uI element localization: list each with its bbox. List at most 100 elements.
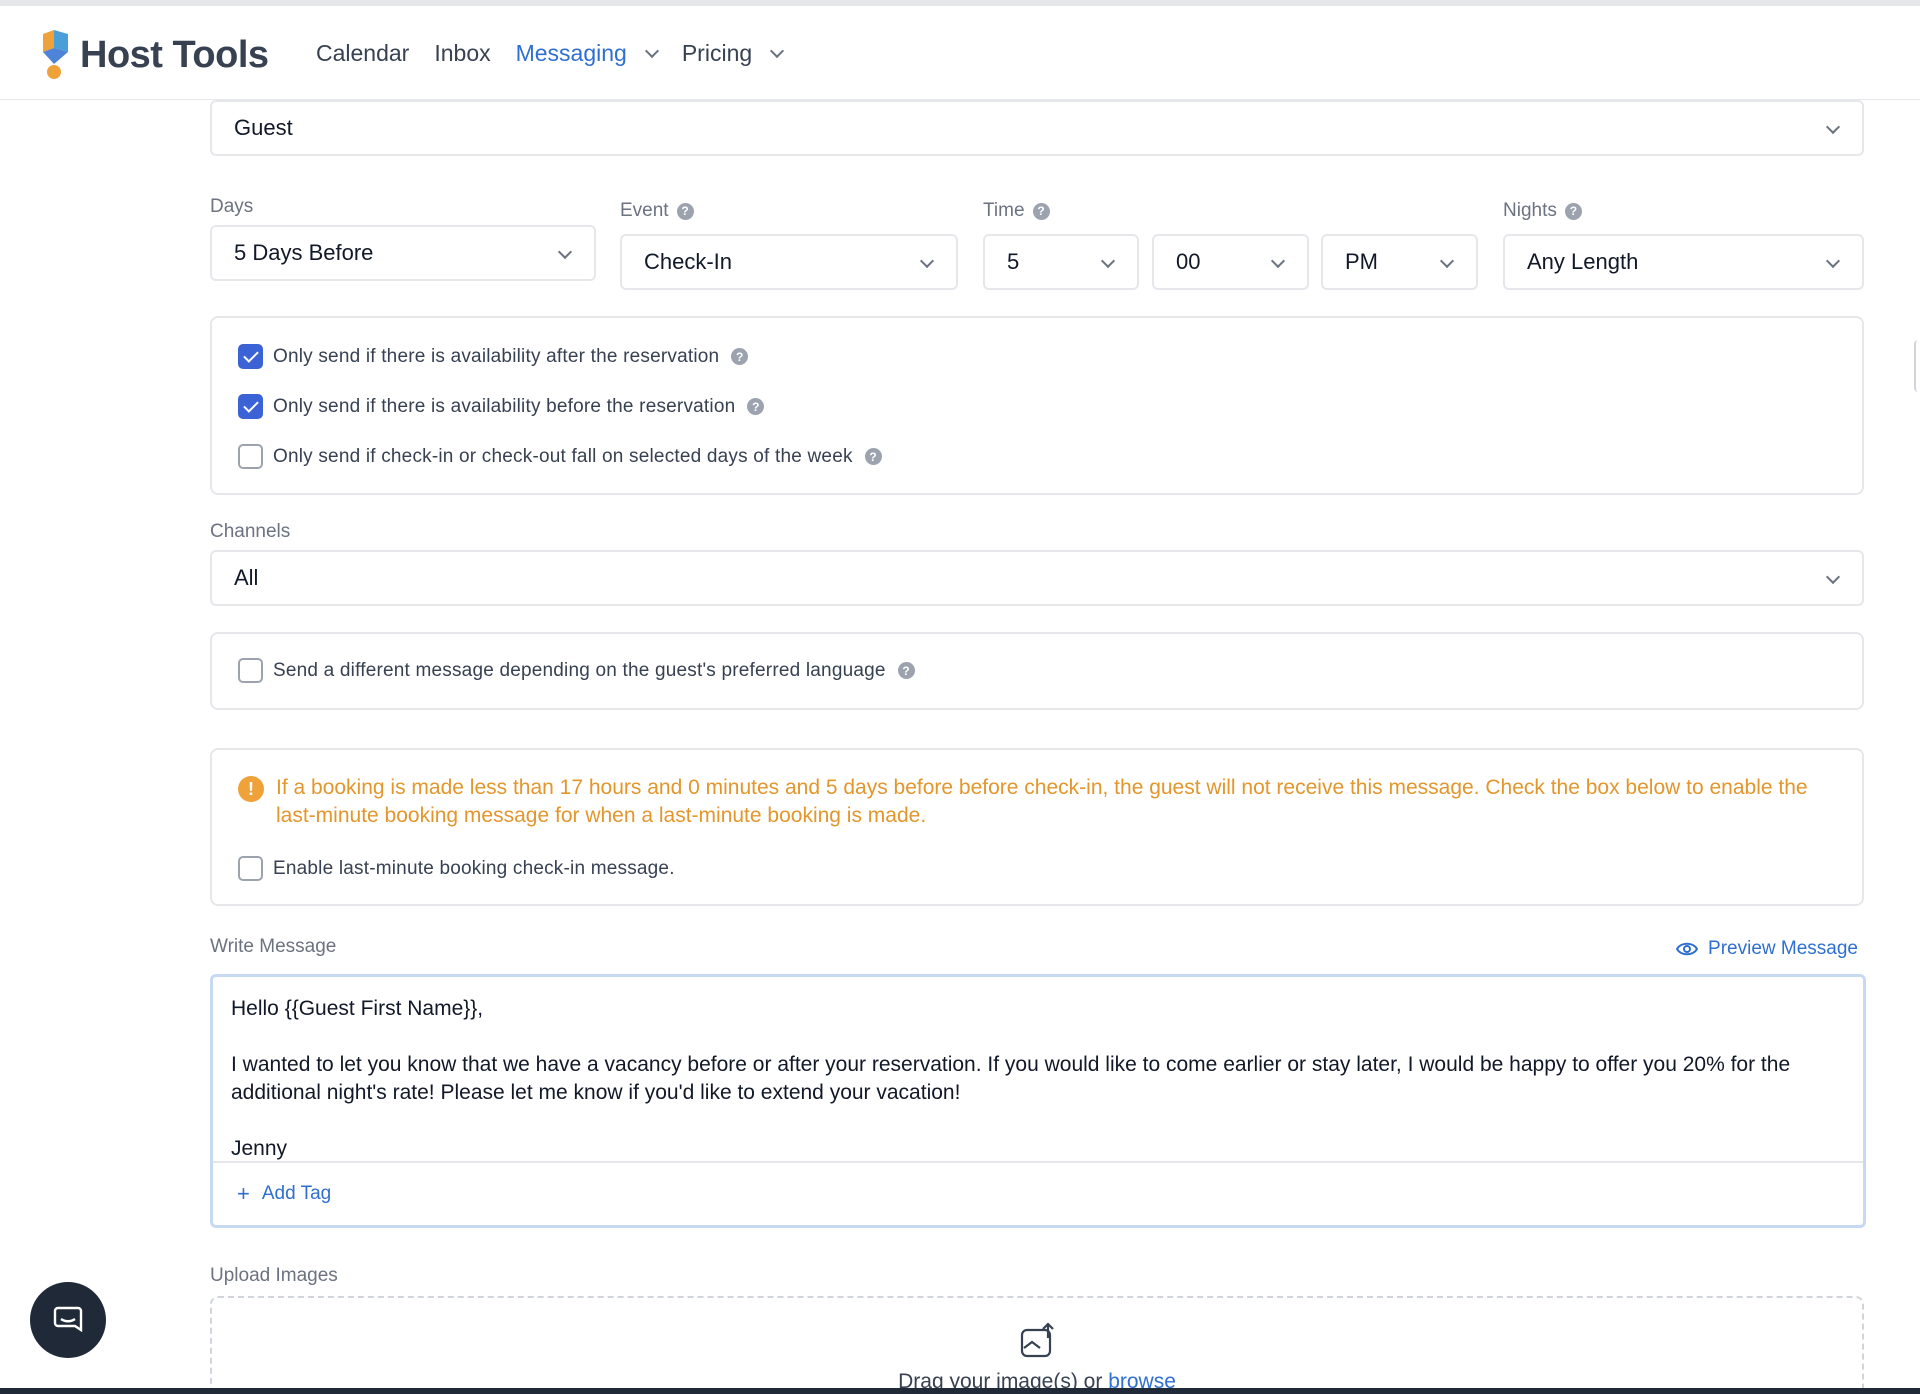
- help-icon[interactable]: ?: [676, 202, 694, 220]
- time-label: Time ?: [983, 200, 1050, 222]
- help-icon[interactable]: ?: [731, 348, 749, 365]
- channels-label: Channels: [210, 521, 290, 543]
- image-dropzone[interactable]: Drag your image(s) or browse: [210, 1296, 1864, 1394]
- nav-pricing-label: Pricing: [681, 40, 753, 66]
- write-message-label-text: Write Message: [210, 936, 337, 957]
- add-tag-label: Add Tag: [261, 1183, 332, 1204]
- help-icon[interactable]: ?: [747, 398, 765, 415]
- chevron-down-icon: [557, 244, 573, 260]
- nav-calendar[interactable]: Calendar: [316, 40, 409, 67]
- add-tag-button[interactable]: + Add Tag: [213, 1161, 1863, 1225]
- checkbox[interactable]: [238, 344, 263, 369]
- chevron-down-icon: [1100, 253, 1116, 269]
- warning-message: ! If a booking is made less than 17 hour…: [238, 774, 1818, 830]
- event-label-text: Event: [620, 200, 669, 221]
- message-editor[interactable]: Hello {{Guest First Name}}, I wanted to …: [210, 974, 1866, 1228]
- language-option-label: Send a different message depending on th…: [273, 659, 886, 681]
- time-ampm-value: PM: [1345, 249, 1378, 274]
- upload-images-label: Upload Images: [210, 1265, 338, 1287]
- condition-availability-before[interactable]: Only send if there is availability befor…: [238, 394, 765, 419]
- warning-text: If a booking is made less than 17 hours …: [276, 776, 1808, 827]
- logo[interactable]: Host Tools: [40, 30, 269, 80]
- channels-label-text: Channels: [210, 521, 291, 542]
- nights-label-text: Nights: [1503, 200, 1557, 221]
- checkbox[interactable]: [238, 856, 263, 881]
- nav-pricing[interactable]: Pricing: [681, 40, 785, 67]
- preview-message-label: Preview Message: [1708, 938, 1858, 959]
- message-line: Jenny: [231, 1137, 288, 1160]
- chevron-down-icon: [770, 43, 785, 58]
- condition-label: Only send if there is availability after…: [273, 345, 720, 367]
- preview-message-button[interactable]: Preview Message: [1676, 938, 1858, 960]
- image-upload-icon: [1020, 1322, 1056, 1363]
- app-name: Host Tools: [80, 33, 269, 76]
- channels-select[interactable]: All: [210, 550, 1864, 606]
- upload-images-label-text: Upload Images: [210, 1265, 338, 1286]
- write-message-label: Write Message: [210, 936, 336, 958]
- help-icon[interactable]: ?: [897, 662, 915, 679]
- time-label-text: Time: [983, 200, 1025, 221]
- event-select[interactable]: Check-In: [620, 234, 958, 290]
- top-navigation-bar: Host Tools Calendar Inbox Messaging Pric…: [0, 0, 1920, 100]
- days-select-value: 5 Days Before: [234, 240, 374, 265]
- chat-bubble-icon: [52, 1304, 84, 1336]
- warning-icon: !: [238, 776, 264, 802]
- days-select[interactable]: 5 Days Before: [210, 225, 596, 281]
- message-line: Hello {{Guest First Name}},: [231, 997, 484, 1020]
- chevron-down-icon: [1825, 253, 1841, 269]
- chevron-down-icon: [644, 43, 659, 58]
- condition-label: Only send if there is availability befor…: [273, 395, 736, 417]
- main-nav: Calendar Inbox Messaging Pricing: [316, 40, 807, 67]
- nav-messaging-label: Messaging: [515, 40, 627, 66]
- time-hour-select[interactable]: 5: [983, 234, 1139, 290]
- last-minute-option-label: Enable last-minute booking check-in mess…: [273, 857, 675, 879]
- nights-label: Nights ?: [1503, 200, 1582, 222]
- event-select-value: Check-In: [644, 249, 733, 274]
- host-tools-logo-icon: [40, 30, 72, 80]
- nav-inbox[interactable]: Inbox: [434, 40, 490, 67]
- channels-select-value: All: [234, 565, 259, 590]
- checkbox[interactable]: [238, 658, 263, 683]
- days-label: Days: [210, 196, 253, 218]
- help-icon[interactable]: ?: [864, 448, 882, 465]
- help-icon[interactable]: ?: [1564, 202, 1582, 220]
- last-minute-warning-panel: ! If a booking is made less than 17 hour…: [210, 748, 1864, 906]
- nav-calendar-label: Calendar: [316, 40, 410, 66]
- condition-days-of-week[interactable]: Only send if check-in or check-out fall …: [238, 444, 882, 469]
- recipient-select[interactable]: Guest: [210, 100, 1864, 156]
- time-ampm-select[interactable]: PM: [1321, 234, 1478, 290]
- plus-icon: +: [237, 1181, 250, 1206]
- nav-messaging[interactable]: Messaging: [515, 40, 659, 67]
- chevron-down-icon: [1439, 253, 1455, 269]
- nights-select-value: Any Length: [1527, 249, 1639, 274]
- taskbar-edge: [0, 1388, 1920, 1394]
- help-icon[interactable]: ?: [1032, 202, 1050, 220]
- message-textarea[interactable]: Hello {{Guest First Name}}, I wanted to …: [231, 995, 1841, 1163]
- days-label-text: Days: [210, 196, 254, 217]
- chat-launcher-button[interactable]: [30, 1282, 106, 1358]
- language-panel: Send a different message depending on th…: [210, 632, 1864, 710]
- eye-icon: [1676, 941, 1699, 957]
- nights-select[interactable]: Any Length: [1503, 234, 1864, 290]
- condition-label: Only send if check-in or check-out fall …: [273, 445, 853, 467]
- message-line: [231, 1023, 1841, 1051]
- time-hour-value: 5: [1007, 249, 1020, 274]
- message-line: I wanted to let you know that we have a …: [231, 1053, 1791, 1104]
- checkbox[interactable]: [238, 444, 263, 469]
- chevron-down-icon: [1825, 119, 1841, 135]
- chevron-down-icon: [1825, 569, 1841, 585]
- time-minute-select[interactable]: 00: [1152, 234, 1309, 290]
- time-minute-value: 00: [1176, 249, 1201, 274]
- condition-availability-after[interactable]: Only send if there is availability after…: [238, 344, 749, 369]
- chevron-down-icon: [1270, 253, 1286, 269]
- recipient-select-value: Guest: [234, 115, 293, 140]
- conditions-panel: Only send if there is availability after…: [210, 316, 1864, 495]
- scroll-edge: [1914, 340, 1920, 392]
- event-label: Event ?: [620, 200, 694, 222]
- message-line: [231, 1107, 1841, 1135]
- language-option[interactable]: Send a different message depending on th…: [238, 658, 915, 683]
- nav-inbox-label: Inbox: [434, 40, 491, 66]
- chevron-down-icon: [919, 253, 935, 269]
- checkbox[interactable]: [238, 394, 263, 419]
- last-minute-option[interactable]: Enable last-minute booking check-in mess…: [238, 856, 675, 881]
